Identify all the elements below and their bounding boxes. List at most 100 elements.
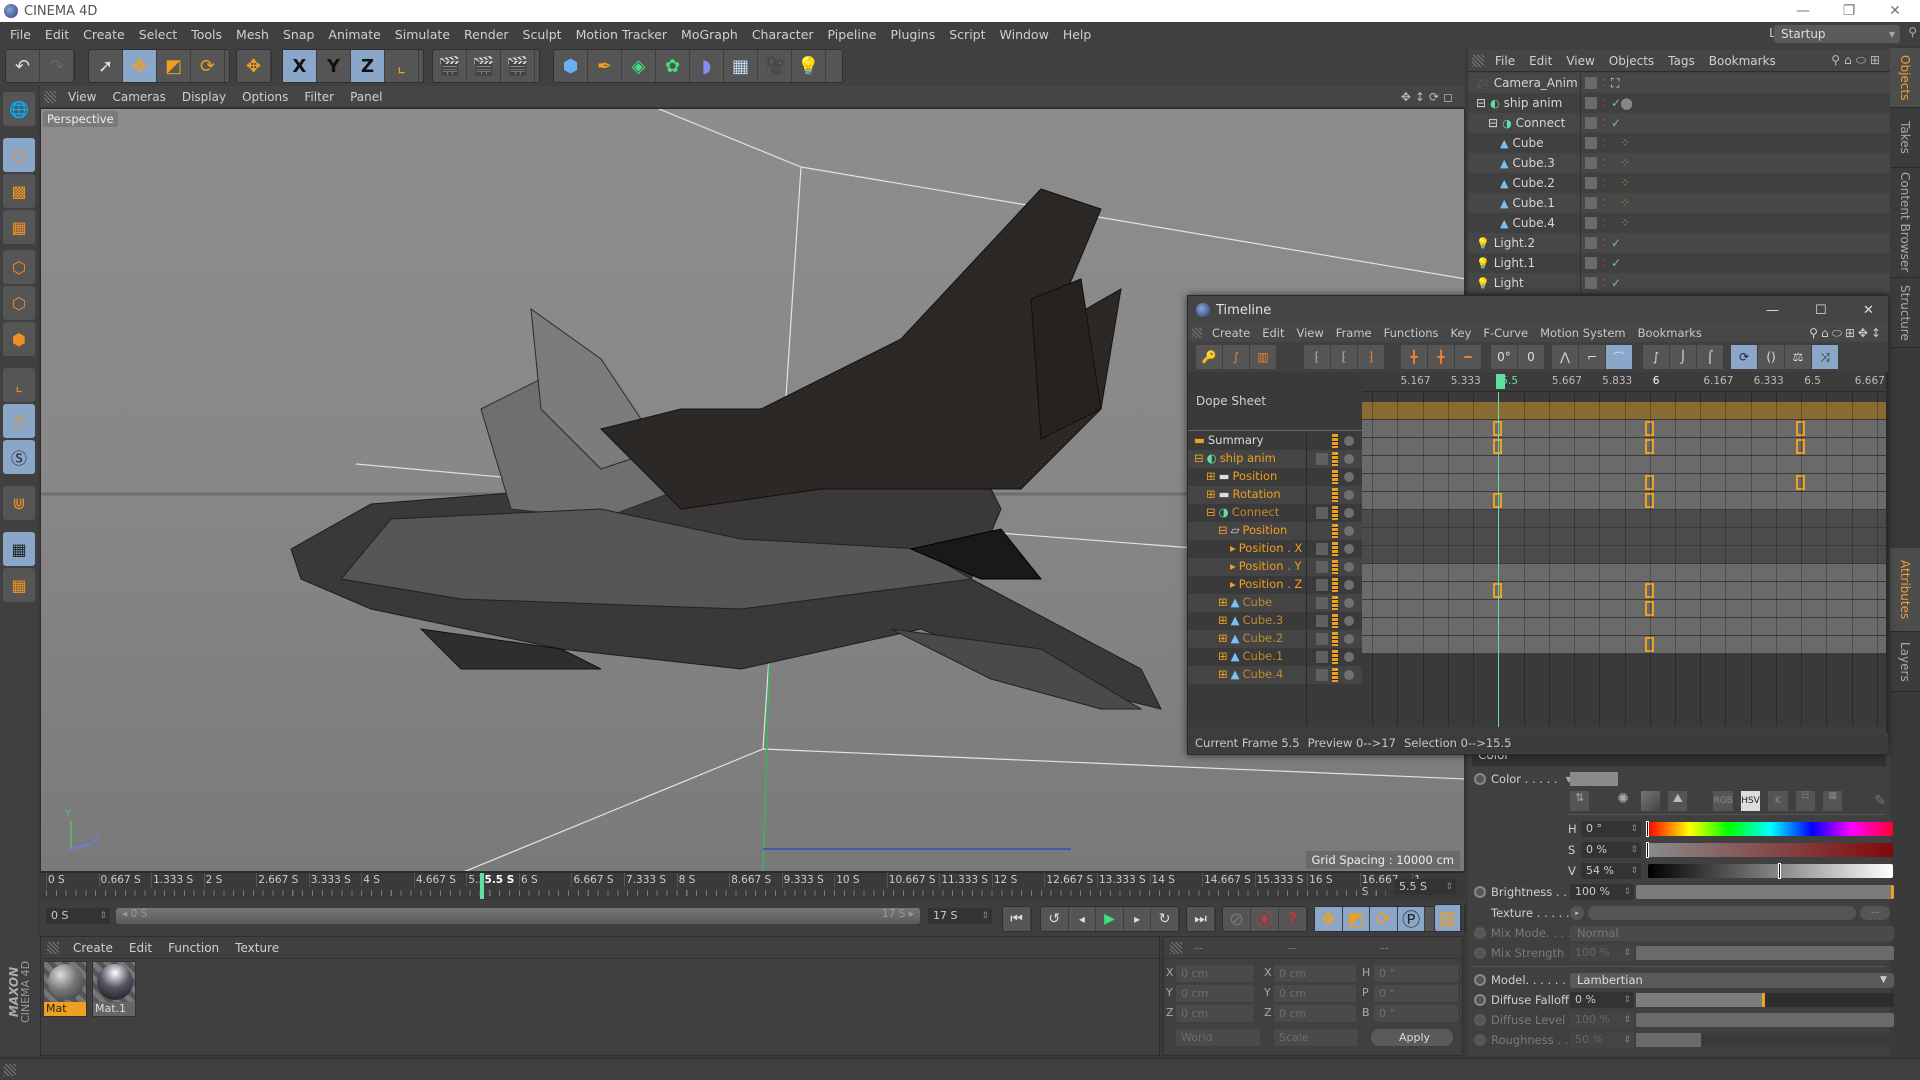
visibility-dots-icon[interactable]: ⁚ <box>1602 218 1605 229</box>
clamp-icon[interactable]: () <box>1758 345 1785 369</box>
object-name[interactable]: Light <box>1494 276 1524 290</box>
layer-icon[interactable] <box>1585 117 1597 129</box>
track-key-icon[interactable] <box>1332 596 1338 610</box>
layer-icon[interactable] <box>1585 157 1597 169</box>
track-row[interactable]: ⊞ ▲ Cube.3 <box>1188 612 1362 630</box>
timeline-close-button[interactable]: ✕ <box>1863 303 1874 318</box>
side-tab-structure[interactable]: Structure <box>1890 278 1920 348</box>
snap-icon[interactable]: ⋓ <box>3 486 35 520</box>
visibility-dots-icon[interactable]: ⁚ <box>1602 118 1605 129</box>
layer-icon[interactable] <box>1585 177 1597 189</box>
layer-icon[interactable] <box>1585 217 1597 229</box>
enabled-check-icon[interactable]: ✓ <box>1611 116 1621 130</box>
viewport-menu-cameras[interactable]: Cameras <box>104 90 173 104</box>
track-layer-icon[interactable] <box>1316 669 1328 681</box>
track-row[interactable]: ⊞ ▲ Cube.4 <box>1188 666 1362 684</box>
object-row[interactable]: ⊟ ◑ Connect ⁚ ✓ <box>1468 113 1890 133</box>
object-name[interactable]: Cube.4 <box>1512 216 1554 230</box>
visibility-dots-icon[interactable]: ⁚ <box>1602 158 1605 169</box>
expand-icon[interactable]: ⊞ <box>1218 667 1228 681</box>
object-name[interactable]: ship anim <box>1504 96 1563 110</box>
timeline-menu-key[interactable]: Key <box>1445 326 1478 340</box>
image-picker-icon[interactable]: ⛰ <box>1668 791 1688 811</box>
coordinate-space-select[interactable]: World <box>1176 1029 1260 1046</box>
track-layer-icon[interactable] <box>1316 597 1328 609</box>
zero-length-icon[interactable]: 0 <box>1518 345 1545 369</box>
expand-icon[interactable]: ⊞ <box>1218 631 1228 645</box>
zero-angle-icon[interactable]: 0° <box>1491 345 1518 369</box>
scale-tool-icon[interactable]: ◩ <box>157 50 191 82</box>
layer-icon[interactable] <box>1585 137 1597 149</box>
roughness-track[interactable] <box>1636 1033 1894 1047</box>
render-to-picture-viewer-icon[interactable]: 🎬 <box>467 50 501 82</box>
tweak-mode-icon[interactable]: 🖱 <box>3 404 35 438</box>
object-row[interactable]: 💡 Light ⁚ ✓ <box>1468 273 1890 293</box>
close-button[interactable]: ✕ <box>1872 0 1918 22</box>
side-tab-takes[interactable]: Takes <box>1890 108 1920 168</box>
brightness-field[interactable]: 100 % <box>1570 884 1634 900</box>
brightness-slider[interactable] <box>1636 885 1894 899</box>
powerslider-playhead[interactable] <box>479 873 484 899</box>
weighted-tangent-icon[interactable]: ⚖ <box>1785 345 1812 369</box>
object-row[interactable]: ⊟ ◐ ship anim ⁚ ✓ ● <box>1468 93 1890 113</box>
timeline-minimize-button[interactable]: — <box>1766 303 1779 318</box>
current-time-field[interactable]: 5.5 S <box>1394 879 1456 895</box>
saturation-slider-knob[interactable] <box>1646 842 1649 858</box>
value-slider[interactable] <box>1648 863 1893 879</box>
coordinate-system-icon[interactable]: ⌞ <box>385 50 419 82</box>
visibility-dots-icon[interactable]: ⁚ <box>1602 78 1605 89</box>
menu-render[interactable]: Render <box>457 27 516 42</box>
menu-create[interactable]: Create <box>76 27 132 42</box>
coordinate-field[interactable]: 0 cm <box>1274 965 1356 982</box>
cloner-icon[interactable]: ✿ <box>656 50 690 82</box>
camera-icon[interactable]: 🎥 <box>758 50 792 82</box>
coordinate-field[interactable]: 0 cm <box>1176 985 1254 1002</box>
linear-interp-icon[interactable]: ⋀ <box>1552 345 1579 369</box>
track-layer-icon[interactable] <box>1316 651 1328 663</box>
expand-icon[interactable]: ⊞ <box>1206 487 1216 501</box>
timeline-nav-icons[interactable]: ⚲⌂⬭⊞✥↕ <box>1809 326 1884 341</box>
coordinate-field[interactable]: 0 ° <box>1374 1005 1458 1022</box>
coordinate-field[interactable]: 0 ° <box>1374 985 1458 1002</box>
object-name[interactable]: Cube <box>1512 136 1543 150</box>
restore-button[interactable]: ❐ <box>1826 0 1872 22</box>
camera-protection-tag-icon[interactable]: ⛶ <box>1611 76 1619 91</box>
expand-icon[interactable]: ⊞ <box>1218 649 1228 663</box>
track-key-icon[interactable] <box>1332 506 1338 520</box>
timeline-menu-create[interactable]: Create <box>1206 326 1256 340</box>
kelvin-mode-button[interactable]: K <box>1768 791 1788 811</box>
menu-tools[interactable]: Tools <box>184 27 229 42</box>
apply-button[interactable]: Apply <box>1371 1029 1453 1046</box>
track-key-icon[interactable] <box>1332 434 1338 448</box>
collapse-icon[interactable]: ⊟ <box>1206 505 1216 519</box>
track-key-icon[interactable] <box>1332 542 1338 556</box>
collapse-icon[interactable]: ⊟ <box>1476 96 1486 110</box>
record-position-icon[interactable]: ✥ <box>1315 907 1343 931</box>
rgb-mode-button[interactable]: RGB <box>1713 791 1733 811</box>
coordinate-field[interactable]: 0 cm <box>1274 985 1356 1002</box>
menu-sculpt[interactable]: Sculpt <box>516 27 569 42</box>
viewport-menu-options[interactable]: Options <box>234 90 296 104</box>
add-keys-icon[interactable]: ╋ <box>1428 345 1455 369</box>
panel-grip[interactable] <box>4 1064 16 1076</box>
collapse-icon[interactable]: ⊟ <box>1488 116 1498 130</box>
visibility-dots-icon[interactable]: ⁚ <box>1602 198 1605 209</box>
cube-object-icon[interactable]: ⬢ <box>554 50 588 82</box>
track-solo-icon[interactable] <box>1344 544 1354 554</box>
track-solo-icon[interactable] <box>1344 670 1354 680</box>
playhead-marker[interactable] <box>1496 374 1506 389</box>
diffuse-level-slider[interactable] <box>1636 1013 1894 1027</box>
track-key-icon[interactable] <box>1332 614 1338 628</box>
enabled-check-icon[interactable]: ✓ <box>1611 236 1621 250</box>
enable-axis-icon[interactable]: ⌞ <box>3 368 35 402</box>
panel-grip[interactable] <box>1192 328 1202 338</box>
color-animate-radio[interactable] <box>1474 773 1486 785</box>
track-layer-icon[interactable] <box>1316 633 1328 645</box>
track-key-icon[interactable] <box>1332 524 1338 538</box>
menu-script[interactable]: Script <box>942 27 992 42</box>
material-tag-icon[interactable]: ● <box>1620 94 1633 112</box>
polygons-mode-icon[interactable]: ⬢ <box>3 322 35 356</box>
track-key-icon[interactable] <box>1332 578 1338 592</box>
planar-workplane-icon[interactable]: ▦ <box>3 568 35 602</box>
record-parameter-icon[interactable]: Ⓟ <box>1397 907 1426 931</box>
